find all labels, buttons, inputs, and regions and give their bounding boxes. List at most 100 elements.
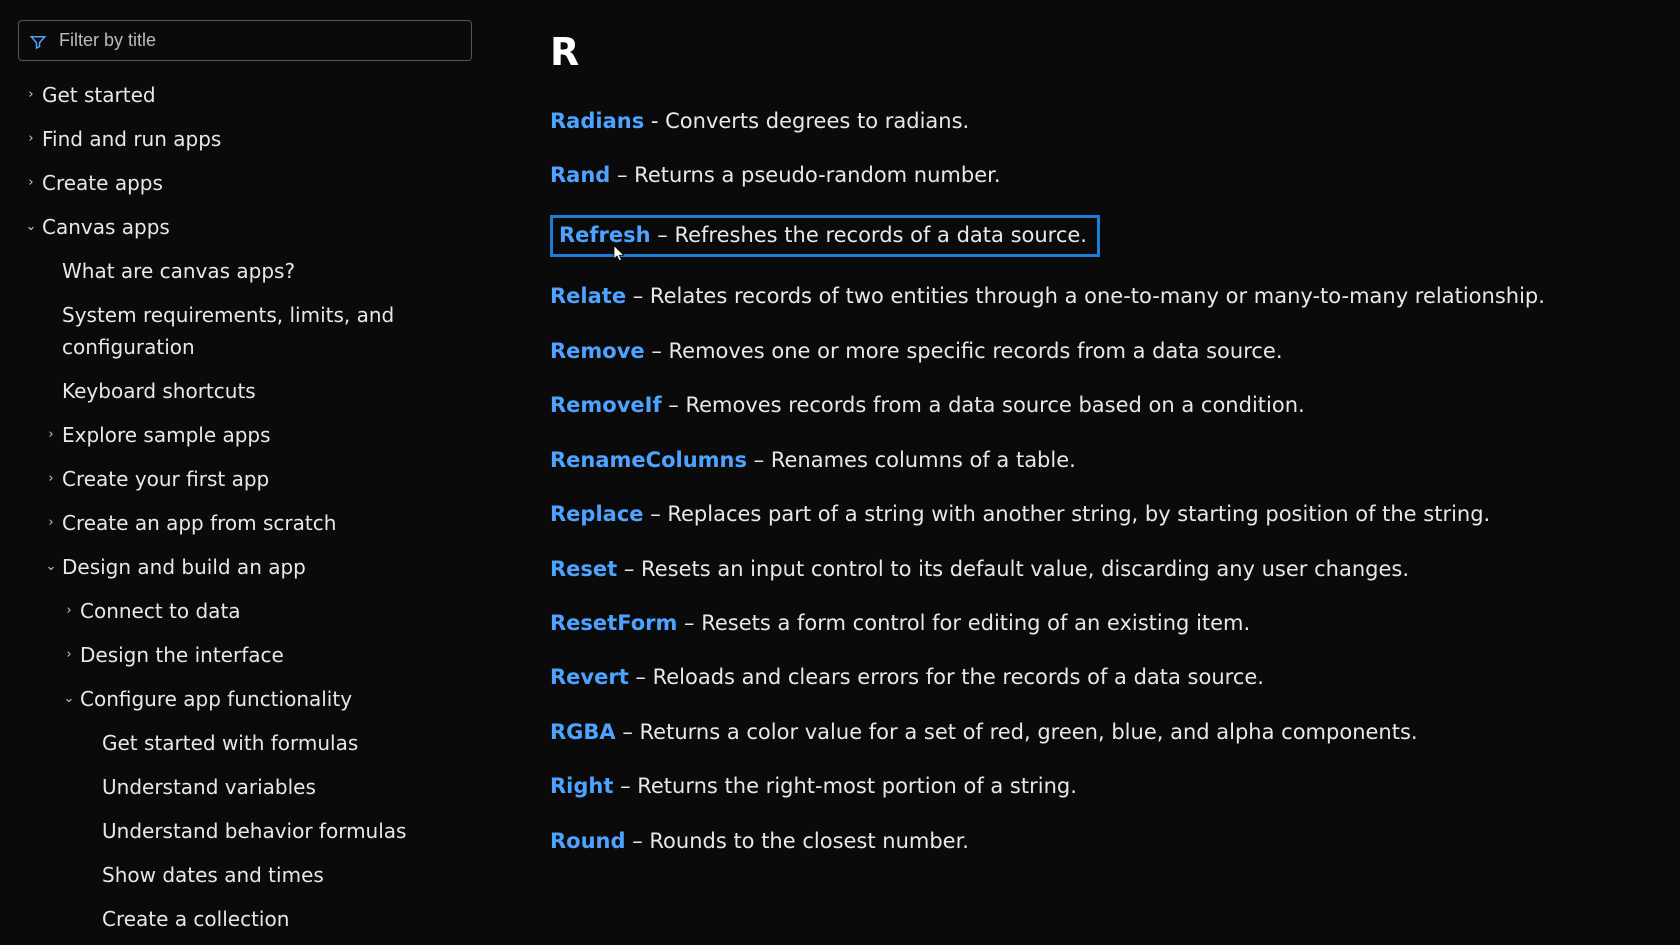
function-desc: – Resets a form control for editing of a… bbox=[677, 611, 1250, 635]
filter-input[interactable] bbox=[57, 29, 461, 52]
nav-design-build[interactable]: ⌄Design and build an app bbox=[0, 545, 484, 589]
function-row: Round – Rounds to the closest number. bbox=[550, 826, 1640, 856]
chevron-down-icon: ⌄ bbox=[62, 689, 76, 710]
function-row: Replace – Replaces part of a string with… bbox=[550, 499, 1640, 529]
chevron-right-icon: › bbox=[62, 601, 76, 622]
nav-label: Design the interface bbox=[80, 639, 284, 671]
nav-label: Understand behavior formulas bbox=[102, 815, 406, 847]
chevron-right-icon: › bbox=[44, 513, 58, 534]
function-desc: – Relates records of two entities throug… bbox=[626, 284, 1545, 308]
nav-label: Create apps bbox=[42, 167, 163, 199]
nav-label: Keyboard shortcuts bbox=[62, 375, 256, 407]
function-row: Relate – Relates records of two entities… bbox=[550, 281, 1640, 311]
function-row: RGBA – Returns a color value for a set o… bbox=[550, 717, 1640, 747]
nav-connect-data[interactable]: ›Connect to data bbox=[0, 589, 484, 633]
function-link[interactable]: Remove bbox=[550, 339, 645, 363]
function-row: Remove – Removes one or more specific re… bbox=[550, 336, 1640, 366]
nav-show-user[interactable]: Show the current user bbox=[0, 941, 484, 945]
function-desc: – Returns a color value for a set of red… bbox=[616, 720, 1418, 744]
nav-understand-vars[interactable]: Understand variables bbox=[0, 765, 484, 809]
function-desc: - Converts degrees to radians. bbox=[644, 109, 969, 133]
function-desc: – Removes one or more specific records f… bbox=[645, 339, 1283, 363]
filter-icon bbox=[29, 32, 47, 50]
function-link[interactable]: ResetForm bbox=[550, 611, 677, 635]
nav-label: Create your first app bbox=[62, 463, 269, 495]
function-desc: – Resets an input control to its default… bbox=[617, 557, 1409, 581]
function-link[interactable]: Right bbox=[550, 774, 613, 798]
chevron-down-icon: ⌄ bbox=[24, 217, 38, 238]
nav-tree[interactable]: ›Get started ›Find and run apps ›Create … bbox=[0, 73, 490, 945]
nav-label: Get started with formulas bbox=[102, 727, 358, 759]
nav-what-are-canvas[interactable]: What are canvas apps? bbox=[0, 249, 484, 293]
function-row: Reset – Resets an input control to its d… bbox=[550, 554, 1640, 584]
chevron-down-icon: ⌄ bbox=[44, 557, 58, 578]
function-row: Right – Returns the right-most portion o… bbox=[550, 771, 1640, 801]
nav-find-run[interactable]: ›Find and run apps bbox=[0, 117, 484, 161]
filter-container[interactable] bbox=[18, 20, 472, 61]
nav-get-started-formulas[interactable]: Get started with formulas bbox=[0, 721, 484, 765]
chevron-right-icon: › bbox=[62, 645, 76, 666]
function-desc: – Removes records from a data source bas… bbox=[662, 393, 1305, 417]
nav-label: Design and build an app bbox=[62, 551, 306, 583]
nav-label: Create an app from scratch bbox=[62, 507, 336, 539]
nav-configure-func[interactable]: ⌄Configure app functionality bbox=[0, 677, 484, 721]
function-link[interactable]: RemoveIf bbox=[550, 393, 662, 417]
function-row: RenameColumns – Renames columns of a tab… bbox=[550, 445, 1640, 475]
function-desc: – Returns a pseudo-random number. bbox=[610, 163, 1000, 187]
nav-label: System requirements, limits, and configu… bbox=[62, 299, 484, 363]
function-list: Radians - Converts degrees to radians.Ra… bbox=[550, 106, 1640, 856]
nav-explore-sample[interactable]: ›Explore sample apps bbox=[0, 413, 484, 457]
chevron-right-icon: › bbox=[24, 173, 38, 194]
nav-label: What are canvas apps? bbox=[62, 255, 295, 287]
function-link[interactable]: Rand bbox=[550, 163, 610, 187]
highlight-box: Refresh – Refreshes the records of a dat… bbox=[550, 215, 1100, 257]
function-link[interactable]: RenameColumns bbox=[550, 448, 747, 472]
function-desc: – Replaces part of a string with another… bbox=[644, 502, 1491, 526]
chevron-right-icon: › bbox=[44, 469, 58, 490]
function-link[interactable]: RGBA bbox=[550, 720, 616, 744]
nav-get-started[interactable]: ›Get started bbox=[0, 73, 484, 117]
nav-label: Find and run apps bbox=[42, 123, 221, 155]
function-link[interactable]: Round bbox=[550, 829, 626, 853]
nav-create-collection[interactable]: Create a collection bbox=[0, 897, 484, 941]
nav-label: Understand variables bbox=[102, 771, 316, 803]
nav-show-dates[interactable]: Show dates and times bbox=[0, 853, 484, 897]
function-desc: – Renames columns of a table. bbox=[747, 448, 1076, 472]
function-row: Radians - Converts degrees to radians. bbox=[550, 106, 1640, 136]
section-heading: R bbox=[550, 30, 1640, 74]
nav-understand-behavior[interactable]: Understand behavior formulas bbox=[0, 809, 484, 853]
function-link[interactable]: Refresh bbox=[559, 223, 651, 247]
chevron-right-icon: › bbox=[44, 425, 58, 446]
nav-label: Create a collection bbox=[102, 903, 289, 935]
function-link[interactable]: Revert bbox=[550, 665, 629, 689]
function-desc: – Reloads and clears errors for the reco… bbox=[629, 665, 1264, 689]
nav-design-interface[interactable]: ›Design the interface bbox=[0, 633, 484, 677]
nav-label: Connect to data bbox=[80, 595, 241, 627]
nav-create-scratch[interactable]: ›Create an app from scratch bbox=[0, 501, 484, 545]
function-desc: – Rounds to the closest number. bbox=[626, 829, 969, 853]
function-row: ResetForm – Resets a form control for ed… bbox=[550, 608, 1640, 638]
main-content: R Radians - Converts degrees to radians.… bbox=[490, 0, 1680, 945]
function-desc: – Refreshes the records of a data source… bbox=[651, 223, 1087, 247]
nav-create-first[interactable]: ›Create your first app bbox=[0, 457, 484, 501]
function-link[interactable]: Radians bbox=[550, 109, 644, 133]
sidebar: ›Get started ›Find and run apps ›Create … bbox=[0, 0, 490, 945]
nav-canvas-apps[interactable]: ⌄Canvas apps bbox=[0, 205, 484, 249]
function-link[interactable]: Replace bbox=[550, 502, 644, 526]
nav-keyboard[interactable]: Keyboard shortcuts bbox=[0, 369, 484, 413]
nav-sys-req[interactable]: System requirements, limits, and configu… bbox=[0, 293, 484, 369]
nav-label: Get started bbox=[42, 79, 156, 111]
chevron-right-icon: › bbox=[24, 129, 38, 150]
function-row: Refresh – Refreshes the records of a dat… bbox=[550, 215, 1640, 257]
function-row: Revert – Reloads and clears errors for t… bbox=[550, 662, 1640, 692]
nav-label: Configure app functionality bbox=[80, 683, 352, 715]
chevron-right-icon: › bbox=[24, 85, 38, 106]
function-link[interactable]: Relate bbox=[550, 284, 626, 308]
function-link[interactable]: Reset bbox=[550, 557, 617, 581]
function-row: RemoveIf – Removes records from a data s… bbox=[550, 390, 1640, 420]
nav-label: Show dates and times bbox=[102, 859, 324, 891]
function-desc: – Returns the right-most portion of a st… bbox=[613, 774, 1077, 798]
nav-label: Explore sample apps bbox=[62, 419, 271, 451]
nav-create-apps[interactable]: ›Create apps bbox=[0, 161, 484, 205]
nav-label: Canvas apps bbox=[42, 211, 170, 243]
